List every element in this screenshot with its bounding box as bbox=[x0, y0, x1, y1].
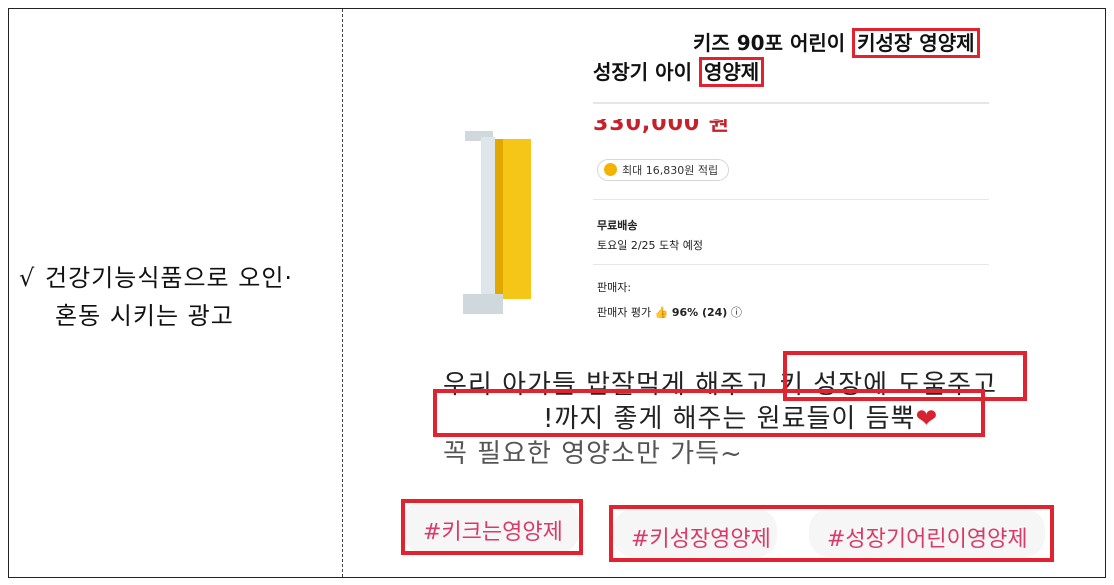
ad-copy-line-3: 꼭 필요한 영양소만 가득~ bbox=[443, 439, 743, 469]
ad-screenshot-cell: 키즈 90포 어린이 키성장 영양제 성장기 아이 영양제 330,000 원 … bbox=[343, 9, 1105, 577]
product-title-line-2: 성장기 아이 영양제 bbox=[593, 56, 765, 87]
coin-icon bbox=[604, 163, 617, 176]
seller-rating: 판매자 평가 👍 96% (24) ⓘ bbox=[597, 304, 742, 320]
title-text-2: 성장기 아이 bbox=[593, 60, 699, 84]
category-cell: √ 건강기능식품으로 오인· 혼동 시키는 광고 bbox=[9, 9, 342, 577]
info-separator-1 bbox=[593, 199, 989, 200]
highlight-box-2 bbox=[433, 389, 985, 437]
shipping-label: 무료배송 bbox=[597, 219, 638, 232]
seller-rating-label: 판매자 평가 bbox=[597, 306, 652, 319]
hashtag-box-1 bbox=[401, 499, 583, 555]
product-title-line-1: 키즈 90포 어린이 키성장 영양제 bbox=[693, 27, 980, 58]
title-separator bbox=[593, 102, 989, 104]
description-line-2: 혼동 시키는 광고 bbox=[55, 302, 234, 330]
check-icon: √ bbox=[19, 264, 36, 292]
product-price: 330,000 원 bbox=[593, 119, 731, 133]
title-text: 키즈 90포 어린이 bbox=[693, 31, 853, 55]
title-highlight-1: 키성장 영양제 bbox=[852, 28, 980, 58]
delivery-date: 토요일 2/25 도착 예정 bbox=[597, 239, 704, 252]
thumbs-up-icon: 👍 bbox=[654, 306, 669, 319]
title-highlight-2: 영양제 bbox=[698, 57, 765, 87]
seller-label: 판매자: bbox=[597, 281, 632, 294]
hashtag-box-2 bbox=[609, 505, 1054, 562]
description-line-1: 건강기능식품으로 오인· bbox=[45, 264, 294, 292]
comparison-table: √ 건강기능식품으로 오인· 혼동 시키는 광고 키즈 90포 어린이 키성장 영… bbox=[8, 8, 1106, 578]
violation-description: √ 건강기능식품으로 오인· 혼동 시키는 광고 bbox=[19, 259, 293, 335]
seller-rating-value: 96% (24) bbox=[671, 306, 728, 319]
info-separator-2 bbox=[593, 264, 989, 265]
info-icon: ⓘ bbox=[730, 306, 742, 319]
points-text: 최대 16,830원 적립 bbox=[622, 164, 719, 177]
points-badge: 최대 16,830원 적립 bbox=[597, 159, 730, 181]
product-image bbox=[463, 119, 538, 319]
